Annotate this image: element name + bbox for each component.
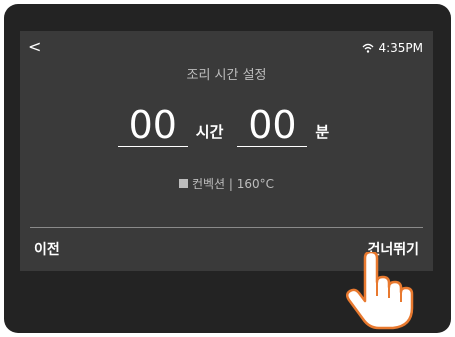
mode-text: 컨벡션 | 160°C [191,177,275,191]
wifi-icon [362,43,374,53]
convection-icon [178,179,188,188]
previous-button[interactable]: 이전 [34,239,60,259]
page-title: 조리 시간 설정 [186,68,267,83]
footer-divider [30,227,423,228]
hours-value[interactable]: 00 [117,106,188,147]
hand-pointer-icon [346,252,414,330]
minutes-unit-label: 분 [315,123,330,141]
clock-time: 4:35PM [378,41,423,55]
cook-time-setter: 00 시간 00 분 [20,106,433,147]
hours-unit-label: 시간 [195,123,224,141]
status-bar: 4:35PM [362,41,423,55]
oven-display-screen: < 4:35PM 조리 시간 설정 00 시간 00 분 컨벡션 | 160°C… [20,31,433,271]
cooking-mode-info: 컨벡션 | 160°C [20,175,433,192]
minutes-value[interactable]: 00 [237,106,308,147]
back-button[interactable]: < [28,37,41,56]
